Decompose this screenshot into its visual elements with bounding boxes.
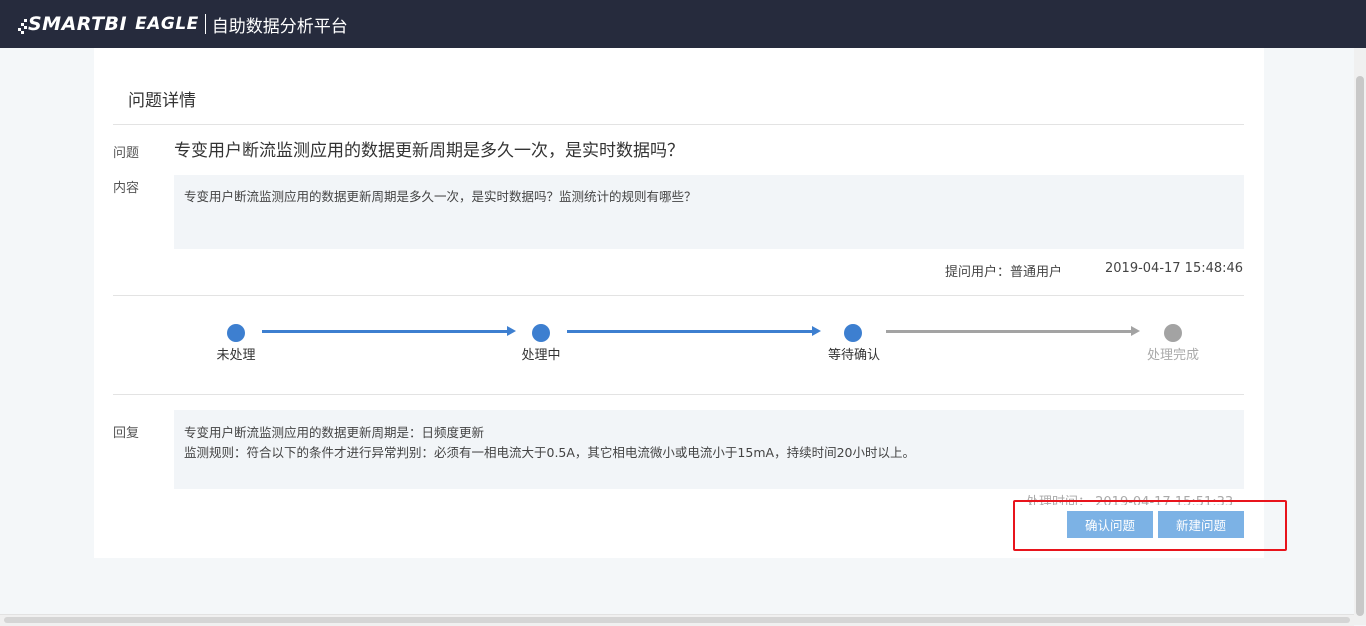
logo[interactable]: SMARTBI EAGLE 自助数据分析平台 — [18, 12, 348, 37]
scrollbar-thumb[interactable] — [4, 617, 1350, 623]
asked-time: 2019-04-17 15:48:46 — [1105, 261, 1244, 276]
divider — [113, 295, 1244, 296]
step-dot-complete-icon — [1164, 324, 1182, 342]
content-box: 专变用户断流监测应用的数据更新周期是多久一次，是实时数据吗？监测统计的规则有哪些… — [174, 175, 1244, 249]
arrow-right-icon — [507, 326, 516, 336]
reply-text-line: 专变用户断流监测应用的数据更新周期是：日频度更新 — [184, 425, 485, 440]
progress-steps: 未处理 处理中 等待确认 处理完成 — [94, 318, 1264, 368]
step-connector — [886, 330, 1131, 333]
step-label: 处理完成 — [1146, 348, 1199, 363]
content-text: 专变用户断流监测应用的数据更新周期是多久一次，是实时数据吗？监测统计的规则有哪些… — [184, 189, 697, 204]
step-label: 处理中 — [521, 348, 561, 363]
asker-info: 提问用户：普通用户 — [945, 265, 1063, 280]
step-label: 未处理 — [216, 348, 256, 363]
logo-dots-icon — [18, 13, 28, 35]
vertical-scrollbar[interactable] — [1354, 48, 1366, 625]
logo-separator — [204, 14, 206, 34]
step-label: 等待确认 — [827, 348, 880, 363]
content-label: 内容 — [113, 181, 140, 196]
reply-label: 回复 — [113, 426, 140, 441]
page-title: 问题详情 — [128, 91, 196, 111]
step-connector — [567, 330, 812, 333]
horizontal-scrollbar[interactable] — [0, 614, 1354, 626]
step-dot-waiting-icon — [844, 324, 862, 342]
question-label: 问题 — [113, 146, 140, 161]
question-text: 专变用户断流监测应用的数据更新周期是多久一次，是实时数据吗？ — [174, 141, 684, 161]
step-dot-pending-icon — [227, 324, 245, 342]
reply-text-line: 监测规则：符合以下的条件才进行异常判别：必须有一相电流大于0.5A，其它相电流微… — [184, 445, 915, 460]
arrow-right-icon — [812, 326, 821, 336]
highlight-annotation — [1013, 500, 1287, 551]
logo-brand: SMARTBI — [28, 13, 128, 35]
logo-product: EAGLE — [135, 14, 199, 34]
issue-detail-card: 问题详情 问题 专变用户断流监测应用的数据更新周期是多久一次，是实时数据吗？ 内… — [94, 48, 1264, 558]
platform-name: 自助数据分析平台 — [211, 16, 348, 37]
reply-box: 专变用户断流监测应用的数据更新周期是：日频度更新 监测规则：符合以下的条件才进行… — [174, 410, 1244, 489]
divider — [113, 124, 1244, 125]
scrollbar-thumb[interactable] — [1356, 76, 1364, 616]
top-bar: SMARTBI EAGLE 自助数据分析平台 — [0, 0, 1366, 48]
divider — [113, 394, 1244, 395]
step-connector — [262, 330, 507, 333]
arrow-right-icon — [1131, 326, 1140, 336]
step-dot-processing-icon — [532, 324, 550, 342]
